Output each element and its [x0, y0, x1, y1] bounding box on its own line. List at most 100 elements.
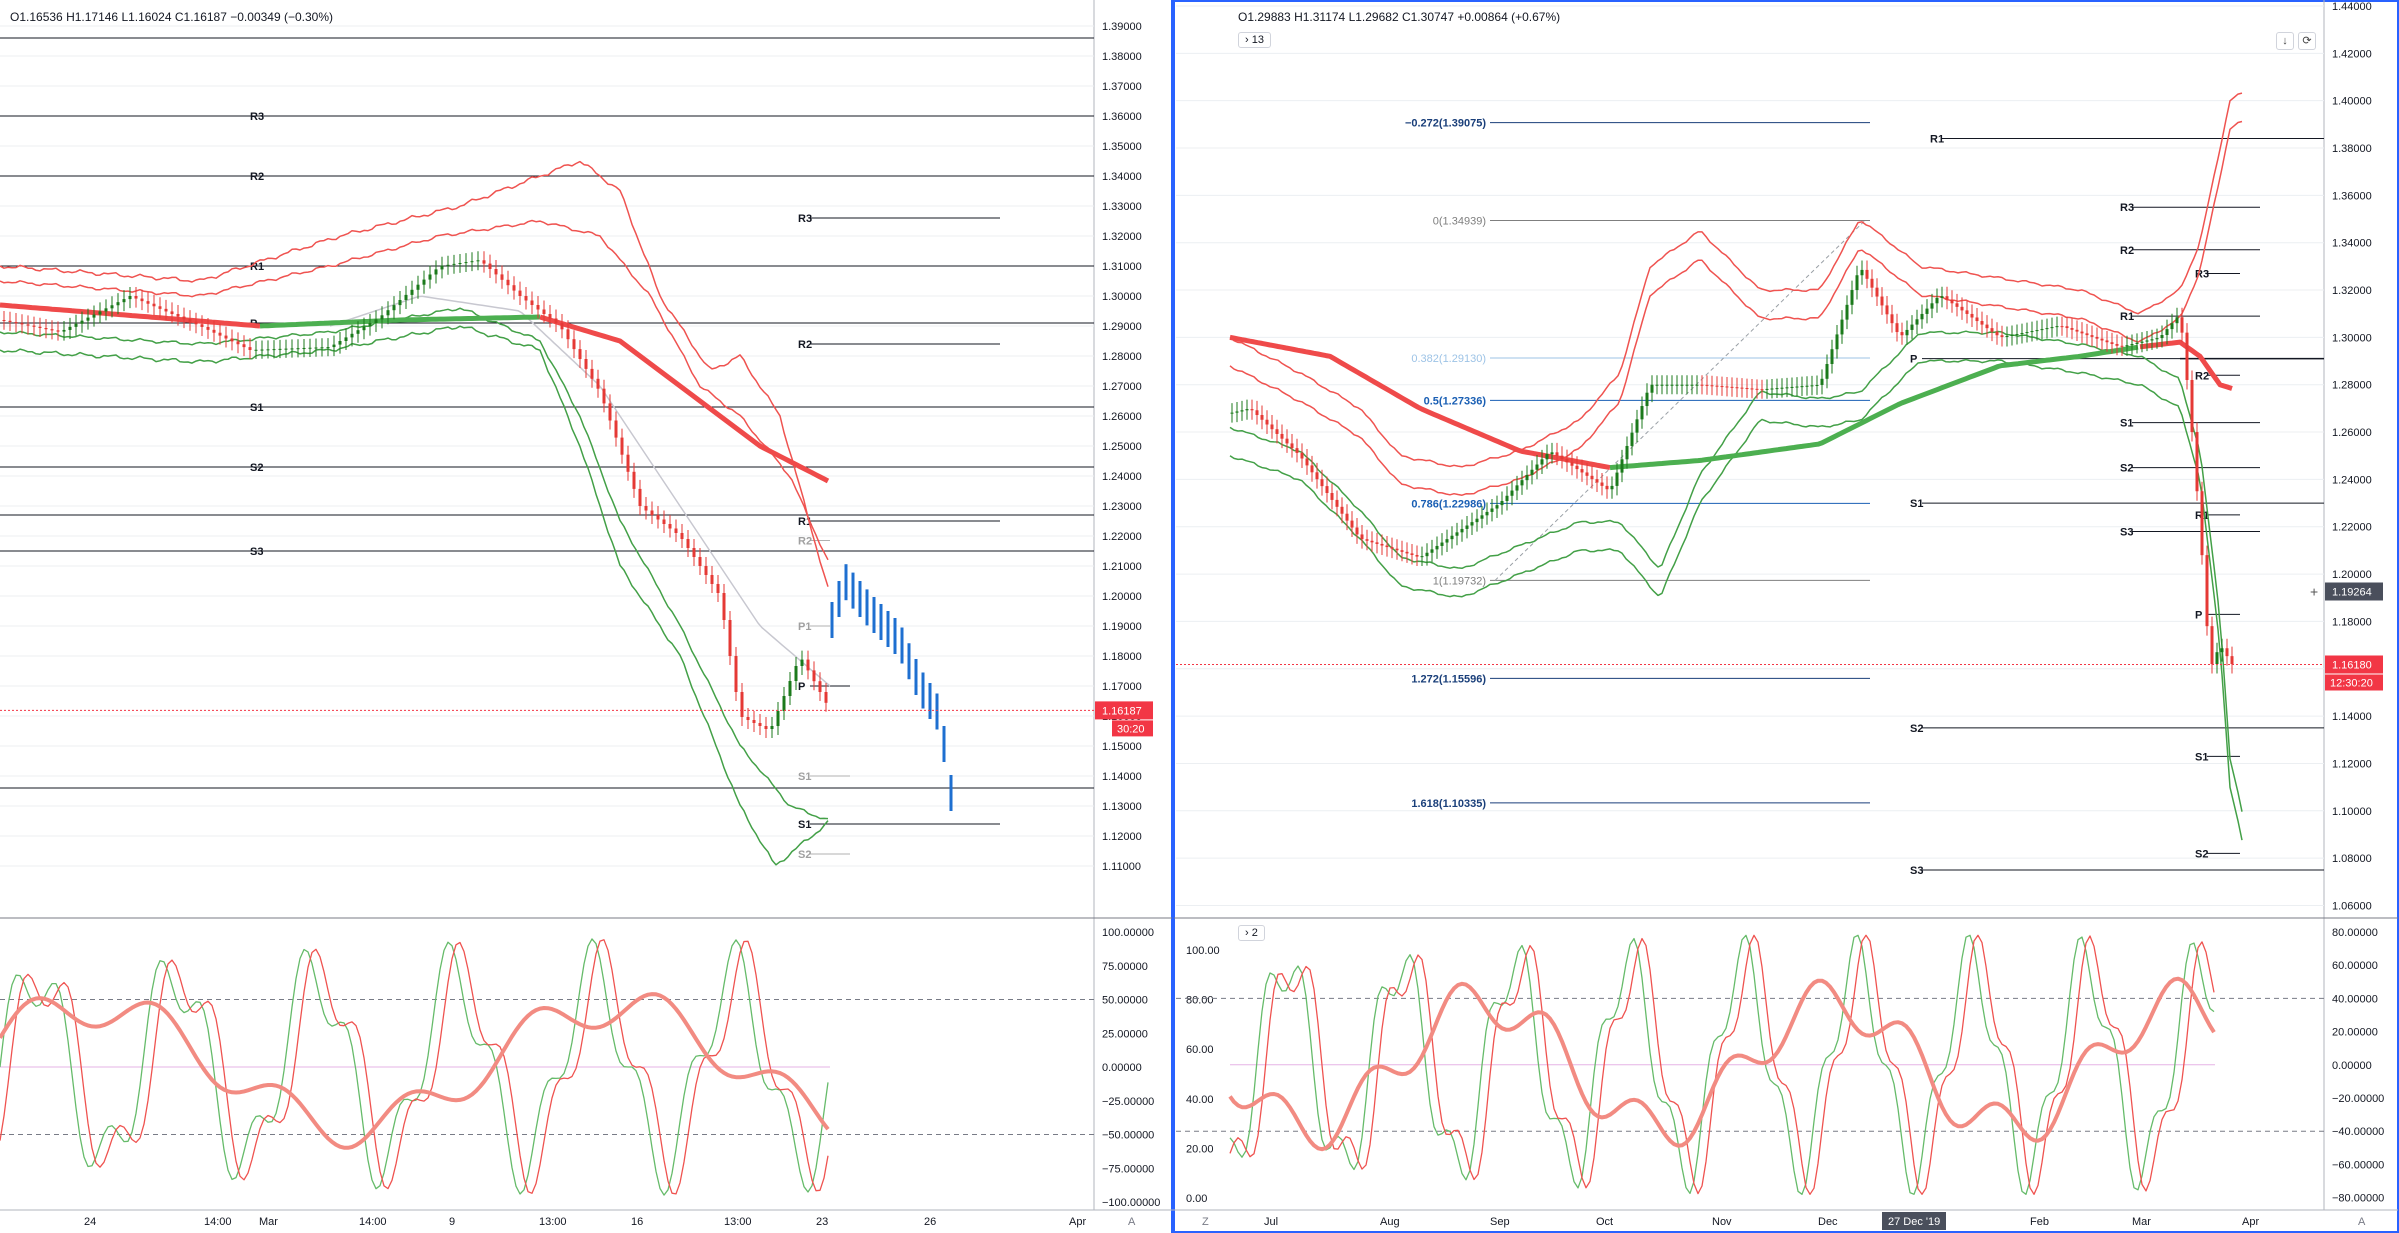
left-price-tick: 1.14000: [1102, 771, 1142, 783]
scroll-down-icon[interactable]: ↓: [2276, 32, 2294, 50]
candle-body: [2210, 626, 2214, 665]
candle-body: [1320, 479, 1324, 487]
candle-body: [1445, 539, 1449, 543]
candle-body: [1960, 306, 1964, 311]
right-ma-green: [1609, 344, 2139, 471]
candle-body: [1370, 540, 1374, 543]
candle-body: [812, 670, 816, 682]
candle-body: [368, 323, 372, 327]
candle-body: [1375, 542, 1379, 544]
candle-body: [824, 692, 828, 703]
candle-body: [1400, 550, 1404, 552]
right-pivot-label: S3: [1910, 865, 1923, 877]
candle-body: [2230, 656, 2234, 665]
candle-body: [464, 262, 468, 264]
candle-body: [1440, 542, 1444, 546]
right-osc-tick: 0.00000: [2332, 1060, 2372, 1072]
candle-body: [1270, 424, 1274, 430]
candle-body: [290, 348, 294, 350]
right-bb-upper-outer: [1229, 92, 2243, 468]
candle-body: [440, 265, 444, 270]
candle-body: [2120, 345, 2124, 347]
candle-body: [164, 308, 168, 312]
candle-body: [1870, 278, 1874, 288]
candle-body: [326, 347, 330, 349]
candle-body: [668, 524, 672, 529]
candle-body: [1485, 511, 1489, 516]
candle-body: [602, 388, 606, 404]
right-pivot-label: R2: [2195, 370, 2209, 382]
candle-body: [242, 344, 246, 348]
right-price-tick: 1.40000: [2332, 96, 2372, 108]
right-ohlc-legend: O1.29883 H1.31174 L1.29682 C1.30747 +0.0…: [1238, 10, 1560, 24]
candle-body: [1245, 409, 1249, 411]
candle-body: [500, 274, 504, 280]
candle-body: [1850, 290, 1854, 305]
candle-body: [806, 659, 810, 671]
right-close: C1.30747: [1401, 10, 1455, 24]
left-pivot-label: R2: [798, 536, 812, 548]
right-pivot-label: S2: [1910, 723, 1923, 735]
candle-body: [356, 330, 360, 334]
candle-body: [1605, 485, 1609, 490]
candle-body: [302, 347, 306, 349]
left-ma-green: [259, 314, 541, 329]
candle-body: [32, 325, 36, 327]
right-time-tick: Sep: [1490, 1216, 1510, 1228]
right-zoom-icon: Z: [1202, 1216, 1209, 1228]
candle-body: [2100, 338, 2104, 341]
left-candles: [2, 251, 828, 738]
candle-body: [1690, 384, 1694, 386]
candle-body: [248, 347, 252, 350]
refresh-icon[interactable]: ⟳: [2298, 32, 2316, 50]
candle-body: [1645, 392, 1649, 407]
candle-body: [710, 575, 714, 584]
candle-body: [1575, 465, 1579, 470]
candle-body: [2, 320, 6, 321]
left-pivot-label: S2: [798, 849, 811, 861]
candle-body: [2160, 335, 2164, 339]
chevron-right-icon: ›: [1245, 927, 1249, 939]
osc-indicators-toggle[interactable]: › 2: [1238, 925, 1265, 941]
candle-body: [1780, 387, 1784, 389]
right-time-tick: Dec: [1818, 1216, 1838, 1228]
right-price-tick: 1.14000: [2332, 711, 2372, 723]
candle-body: [1715, 385, 1719, 387]
candle-body: [494, 269, 498, 275]
right-price-tick: 1.12000: [2332, 758, 2372, 770]
candle-body: [1845, 304, 1849, 320]
candle-body: [656, 515, 660, 520]
candle-body: [1265, 419, 1269, 425]
candle-body: [518, 290, 522, 296]
candle-body: [1430, 549, 1434, 553]
main-indicators-toggle[interactable]: › 13: [1238, 32, 1271, 48]
candle-body: [86, 317, 90, 321]
right-slow-osc: [1228, 976, 2216, 1152]
left-pivot-label: S1: [250, 402, 263, 414]
left-time-tick: 26: [924, 1216, 936, 1228]
candle-body: [1595, 479, 1599, 483]
candle-body: [2080, 331, 2084, 334]
left-price-tick: 1.12000: [1102, 831, 1142, 843]
left-change: −0.00349 (−0.30%): [230, 10, 333, 24]
candle-body: [626, 454, 630, 472]
candle-body: [1470, 522, 1474, 526]
candle-body: [2180, 317, 2184, 333]
candle-body: [2165, 329, 2169, 336]
left-osc-tick: −50.00000: [1102, 1130, 1154, 1142]
candle-body: [104, 308, 108, 312]
candle-body: [1815, 384, 1819, 386]
candle-body: [776, 711, 780, 726]
candle-body: [362, 326, 366, 331]
right-pivot-label: R2: [2120, 245, 2134, 257]
candle-body: [1580, 469, 1584, 473]
right-price-tick: 1.20000: [2332, 569, 2372, 581]
candle-body: [632, 471, 636, 489]
candle-body: [1970, 313, 1974, 318]
candle-body: [1300, 452, 1304, 459]
right-osc-tick: −80.00000: [2332, 1193, 2384, 1205]
candle-body: [1475, 518, 1479, 523]
right-high: H1.31174: [1294, 10, 1346, 24]
right-pivot-label: S3: [2120, 526, 2133, 538]
candle-body: [1600, 482, 1604, 486]
